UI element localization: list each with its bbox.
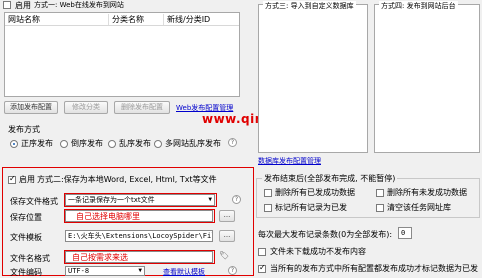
radio-label: 乱序发布 — [119, 139, 151, 148]
enable-method-two-checkbox[interactable] — [8, 174, 16, 184]
max-count-input[interactable]: 0 — [398, 227, 412, 239]
radio-forward[interactable] — [10, 140, 18, 148]
edit-category-button[interactable]: 修改分类 — [64, 101, 108, 114]
delete-success-checkbox[interactable] — [264, 189, 272, 197]
radio-reverse[interactable] — [60, 140, 68, 148]
radio-multi-random[interactable] — [154, 140, 162, 148]
add-publish-config-button[interactable]: 添加发布配置 — [4, 101, 58, 114]
mark-published-checkbox[interactable] — [264, 204, 272, 212]
option-label: 标记所有记录为已发 — [275, 203, 347, 212]
custom-db-panel[interactable]: 方式三: 导入到自定义数据库 — [258, 1, 368, 153]
format-label: 保存文件格式 — [10, 197, 58, 206]
website-backend-panel[interactable]: 方式四: 发布到网站后台 — [374, 1, 480, 153]
chevron-down-icon: ▼ — [138, 267, 142, 274]
help-icon[interactable]: ? — [228, 266, 237, 275]
method-one-title: 方式一: Web在线发布到网站 — [34, 1, 124, 9]
enable-label: 启用 — [15, 1, 31, 10]
filename-label: 文件名格式 — [10, 254, 50, 263]
db-publish-config-link[interactable]: 数据库发布配置管理 — [258, 156, 321, 166]
panel-three-title: 方式三: 导入到自定义数据库 — [263, 1, 356, 11]
template-input[interactable]: E:\火车头\Extensions\LocoySpider\File — [65, 230, 213, 242]
encoding-value: UTF-8 — [68, 267, 90, 275]
clear-url-db-checkbox[interactable] — [376, 204, 384, 212]
template-label: 文件模板 — [10, 233, 42, 242]
encoding-label: 文件编码 — [10, 268, 42, 277]
table-header: 网站名称 分类名称 新线/分类ID — [5, 13, 239, 26]
enable-label: 启用 — [19, 175, 35, 184]
help-icon[interactable]: ? — [232, 195, 241, 204]
radio-label: 倒序发布 — [71, 139, 103, 148]
browse-button[interactable]: ... — [219, 230, 235, 242]
column-header[interactable]: 网站名称 — [8, 14, 40, 25]
radio-random[interactable] — [108, 140, 116, 148]
mark-all-success-label: 当所有的发布方式中所有配置都发布成功才标记数据为已发 — [270, 264, 478, 273]
skip-unsaved-checkbox[interactable] — [258, 248, 266, 256]
panel-four-title: 方式四: 发布到网站后台 — [379, 1, 458, 11]
filename-annotation: 自己按需求来选 — [72, 253, 128, 262]
option-label: 删除所有未发成功数据 — [387, 188, 467, 197]
after-publish-title: 发布结束后(全部发布完成, 不能暂停) — [262, 173, 398, 184]
tag-icon[interactable]: 🏷 — [219, 251, 229, 260]
mark-all-success-checkbox[interactable] — [258, 263, 266, 273]
option-label: 清空该任务网址库 — [387, 203, 451, 212]
option-label: 删除所有已发成功数据 — [275, 188, 355, 197]
location-label: 保存位置 — [10, 213, 42, 222]
skip-unsaved-label: 文件未下载成功不发布内容 — [270, 247, 366, 256]
radio-label: 多网站乱序发布 — [165, 139, 221, 148]
method-two-title: 方式二:保存为本地Word, Excel, Html, Txt等文件 — [37, 175, 217, 184]
browse-button[interactable]: ... — [219, 210, 235, 222]
max-count-label: 每次最大发布记录条数(0为全部发布): — [258, 230, 393, 239]
delete-publish-config-button[interactable]: 删除发布配置 — [114, 101, 170, 114]
column-header[interactable]: 新线/分类ID — [163, 14, 210, 25]
delete-failed-checkbox[interactable] — [376, 189, 384, 197]
encoding-select[interactable]: UTF-8 ▼ — [65, 266, 145, 276]
location-annotation: 自己选择电脑哪里 — [76, 212, 140, 221]
help-icon[interactable]: ? — [228, 138, 237, 147]
format-highlight — [64, 193, 217, 207]
column-header[interactable]: 分类名称 — [108, 14, 144, 25]
radio-label: 正序发布 — [21, 139, 53, 148]
website-table[interactable]: 网站名称 分类名称 新线/分类ID — [4, 12, 240, 97]
publish-mode-label: 发布方式 — [8, 125, 40, 134]
enable-method-one-checkbox[interactable] — [3, 1, 11, 9]
